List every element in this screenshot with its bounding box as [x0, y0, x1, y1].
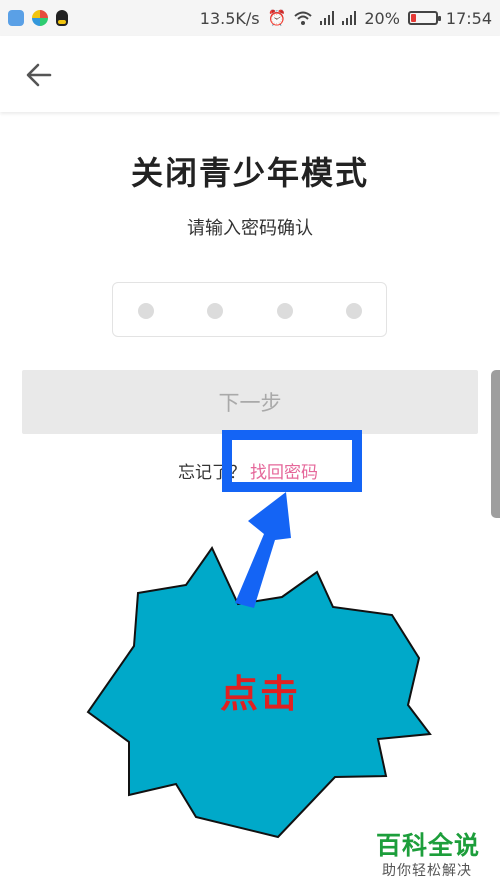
pin-dot: [207, 303, 223, 319]
app-bar: [0, 36, 500, 112]
network-speed: 13.5K/s: [199, 8, 260, 28]
page-title: 关闭青少年模式: [130, 154, 369, 192]
watermark-subtitle: 助你轻松解决: [382, 863, 472, 879]
alarm-icon: ⏰: [267, 9, 287, 27]
clock: 17:54: [445, 8, 492, 28]
pin-dot: [277, 303, 293, 319]
arrow-shape: [235, 492, 291, 608]
watermark-title: 百科全说: [376, 831, 481, 860]
shield-app-icon: [8, 10, 24, 26]
battery-percent: 20%: [364, 8, 400, 28]
browser-app-icon: [32, 10, 48, 26]
system-indicators: 13.5K/s ⏰ 20% 17:54: [200, 9, 492, 28]
pin-dot: [138, 303, 154, 319]
battery-level: [410, 14, 416, 22]
back-button[interactable]: [22, 58, 56, 92]
next-step-button[interactable]: 下一步: [22, 370, 478, 434]
pin-dot: [346, 303, 362, 319]
signal-icon: [320, 11, 335, 25]
arrow-left-icon: [26, 63, 52, 87]
battery-icon: [407, 11, 441, 25]
page-subtitle: 请输入密码确认: [187, 218, 313, 239]
notification-icons: [8, 10, 68, 26]
wifi-icon: [294, 11, 312, 25]
signal-icon: [342, 11, 357, 25]
password-input[interactable]: [112, 282, 387, 337]
status-bar: 13.5K/s ⏰ 20% 17:54: [0, 0, 500, 36]
qq-penguin-icon: [56, 10, 68, 26]
callout-text: 点击: [220, 672, 301, 716]
